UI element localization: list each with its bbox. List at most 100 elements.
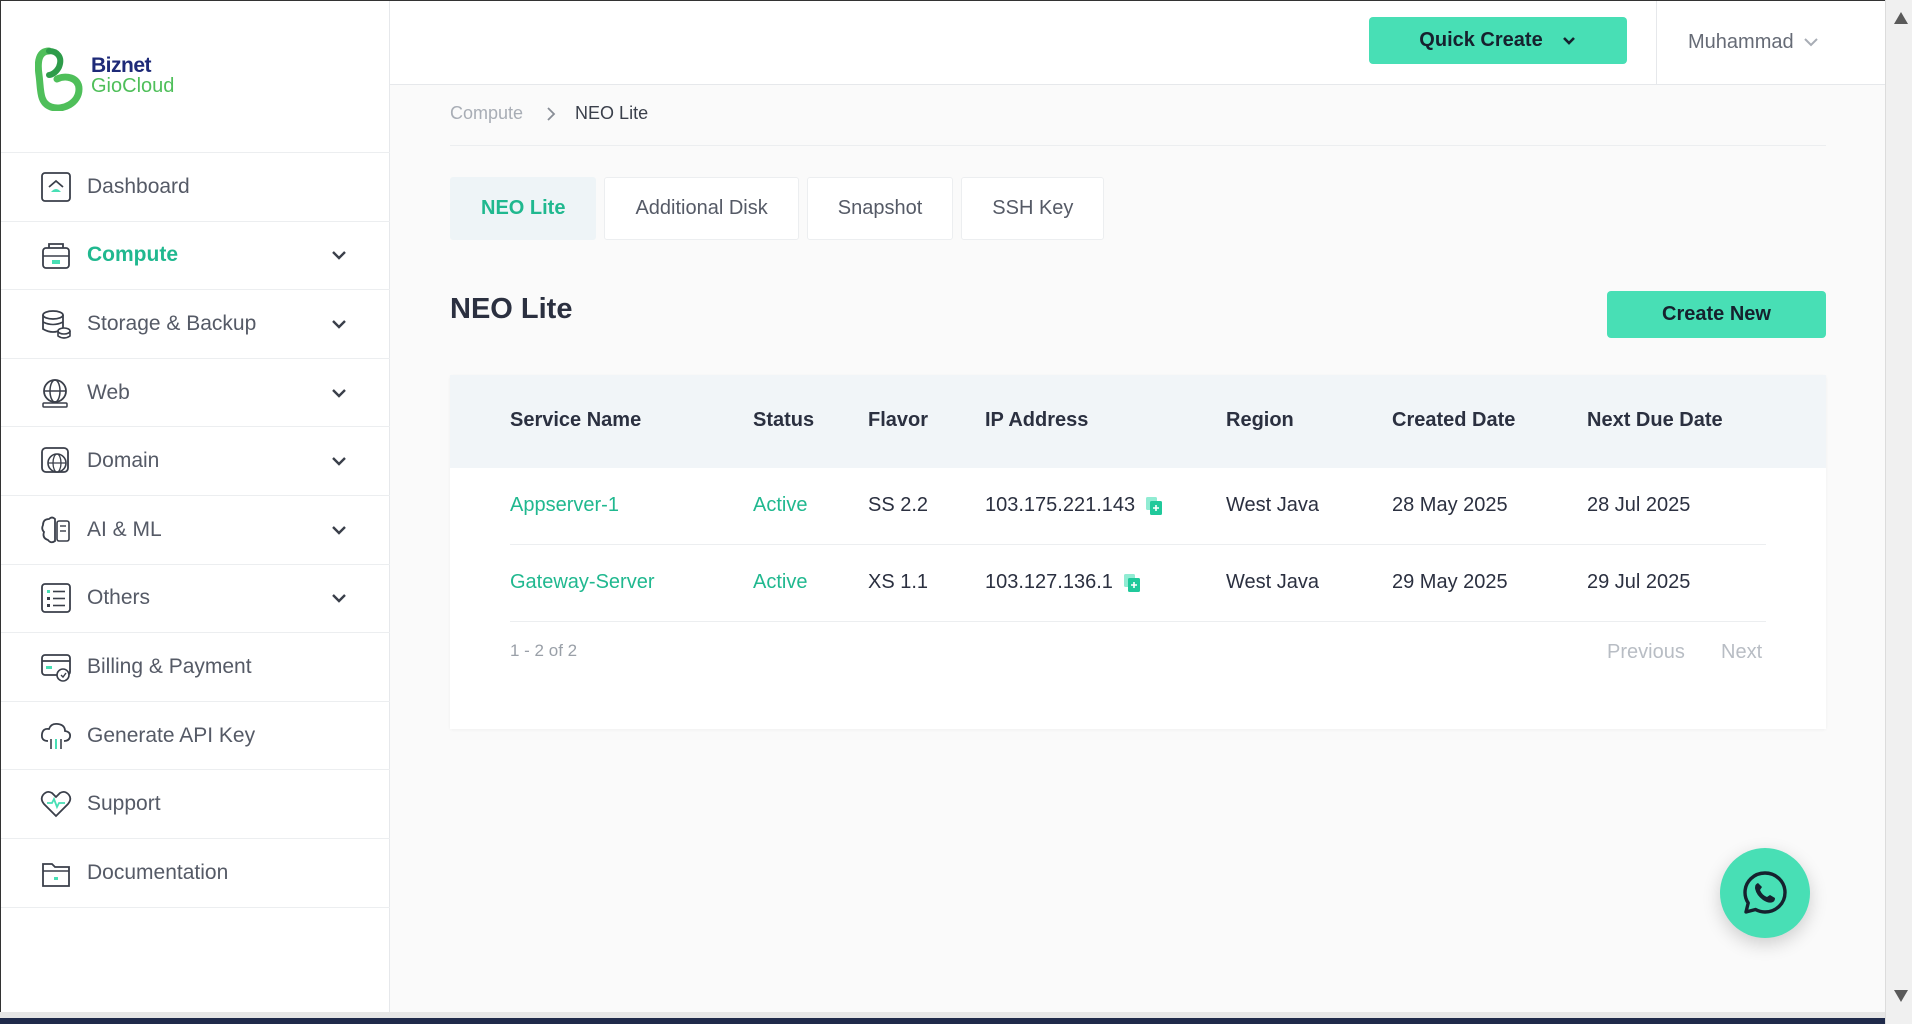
quick-create-button[interactable]: Quick Create — [1369, 17, 1627, 64]
tab-bar: NEO Lite Additional Disk Snapshot SSH Ke… — [450, 177, 1105, 240]
sidebar-item-label: Generate API Key — [87, 723, 256, 747]
copy-icon[interactable] — [1123, 573, 1141, 593]
sidebar-item-ai-ml[interactable]: AI & ML — [1, 496, 390, 565]
flavor-text: XS 1.1 — [868, 571, 929, 593]
flavor-text: SS 2.2 — [868, 494, 929, 516]
breadcrumb: Compute NEO Lite — [450, 103, 648, 124]
services-table-card: Service Name Status Flavor IP Address Re… — [450, 375, 1826, 729]
whatsapp-icon — [1743, 871, 1787, 914]
sidebar-item-label: Billing & Payment — [87, 654, 252, 678]
tab-ssh-key[interactable]: SSH Key — [961, 177, 1105, 240]
web-icon — [42, 378, 68, 408]
chevron-right-icon — [547, 106, 556, 121]
chevron-down-icon — [1803, 38, 1818, 47]
documentation-icon — [42, 862, 70, 887]
quick-create-label: Quick Create — [1419, 29, 1543, 51]
support-icon — [40, 791, 72, 818]
brand-name: Biznet — [91, 54, 152, 77]
sidebar-item-label: Compute — [87, 243, 178, 267]
column-header-flavor[interactable]: Flavor — [868, 409, 928, 432]
column-header-ip-address[interactable]: IP Address — [985, 409, 1088, 432]
pagination-previous-button[interactable]: Previous — [1607, 641, 1685, 664]
scroll-down-arrow-icon[interactable] — [1894, 990, 1908, 1002]
breadcrumb-current: NEO Lite — [575, 103, 649, 123]
top-header: Quick Create Muhammad — [390, 1, 1886, 85]
dashboard-icon — [41, 171, 71, 202]
others-icon — [41, 583, 71, 614]
sidebar-item-label: Storage & Backup — [87, 311, 257, 335]
sidebar-item-label: Others — [87, 586, 151, 610]
table-row: Appserver-1 Active SS 2.2 103.175.221.14… — [510, 468, 1766, 545]
sidebar-item-others[interactable]: Others — [1, 565, 390, 634]
column-header-next-due-date[interactable]: Next Due Date — [1587, 409, 1723, 432]
ip-address-text: 103.175.221.143 — [985, 494, 1136, 516]
sidebar-item-web[interactable]: Web — [1, 359, 390, 428]
sidebar-item-label: Domain — [87, 449, 160, 473]
sidebar-item-documentation[interactable]: Documentation — [1, 839, 390, 908]
brand-logo[interactable]: Biznet GioCloud — [34, 45, 185, 112]
tab-additional-disk[interactable]: Additional Disk — [604, 177, 799, 240]
sidebar-item-compute[interactable]: Compute — [1, 222, 390, 291]
sidebar-item-label: Web — [87, 380, 130, 404]
chevron-down-icon[interactable] — [327, 586, 351, 610]
status-text: Active — [753, 571, 808, 593]
column-header-region[interactable]: Region — [1226, 409, 1294, 432]
user-menu[interactable]: Muhammad — [1688, 27, 1820, 57]
whatsapp-chat-button[interactable] — [1720, 848, 1810, 938]
sidebar-item-dashboard[interactable]: Dashboard — [1, 153, 390, 222]
sidebar-item-label: Dashboard — [87, 174, 190, 198]
compute-icon — [42, 243, 70, 270]
column-header-created-date[interactable]: Created Date — [1392, 409, 1515, 432]
sidebar-item-label: AI & ML — [87, 517, 162, 541]
next-due-date-text: 28 Jul 2025 — [1587, 494, 1691, 516]
app-window: Biznet GioCloud Dashboard Compute Storag… — [0, 0, 1886, 1013]
sidebar-item-billing-payment[interactable]: Billing & Payment — [1, 633, 390, 702]
sidebar-item-support[interactable]: Support — [1, 770, 390, 839]
region-text: West Java — [1226, 494, 1319, 516]
billing-icon — [41, 654, 71, 682]
chevron-down-icon[interactable] — [327, 243, 351, 267]
table-row: Gateway-Server Active XS 1.1 103.127.136… — [510, 545, 1766, 622]
page-title: NEO Lite — [450, 293, 573, 325]
api-key-icon — [40, 722, 72, 749]
chevron-down-icon[interactable] — [327, 381, 351, 405]
taskbar-edge — [0, 1018, 1885, 1024]
breadcrumb-compute[interactable]: Compute — [450, 103, 523, 124]
chevron-down-icon — [1562, 36, 1575, 45]
biznet-logo-mark-icon — [34, 47, 83, 112]
sidebar-item-domain[interactable]: Domain — [1, 427, 390, 496]
breadcrumb-divider — [450, 145, 1826, 146]
region-text: West Java — [1226, 571, 1319, 593]
service-name-link[interactable]: Appserver-1 — [510, 494, 619, 517]
header-divider — [1656, 1, 1657, 85]
sidebar-item-generate-api-key[interactable]: Generate API Key — [1, 702, 390, 771]
brand-subname: GioCloud — [91, 75, 175, 97]
ip-address-text: 103.127.136.1 — [985, 571, 1113, 593]
column-header-status[interactable]: Status — [753, 409, 814, 432]
created-date-text: 28 May 2025 — [1392, 494, 1508, 516]
service-name-link[interactable]: Gateway-Server — [510, 571, 655, 594]
pagination-next-button[interactable]: Next — [1721, 641, 1762, 664]
status-text: Active — [753, 494, 808, 516]
vertical-scrollbar[interactable] — [1885, 0, 1912, 1024]
chevron-down-icon[interactable] — [327, 449, 351, 473]
scroll-up-arrow-icon[interactable] — [1894, 12, 1908, 24]
tab-snapshot[interactable]: Snapshot — [806, 177, 954, 240]
tab-neo-lite[interactable]: NEO Lite — [450, 177, 597, 240]
pagination-count: 1 - 2 of 2 — [510, 641, 578, 660]
sidebar-item-storage-backup[interactable]: Storage & Backup — [1, 290, 390, 359]
user-name: Muhammad — [1688, 30, 1794, 53]
sidebar: Biznet GioCloud Dashboard Compute Storag… — [1, 1, 390, 1013]
sidebar-item-label: Support — [87, 792, 161, 816]
create-new-button[interactable]: Create New — [1607, 291, 1826, 338]
domain-icon — [41, 447, 69, 474]
brand-wordmark: Biznet GioCloud — [91, 55, 174, 97]
sidebar-item-label: Documentation — [87, 860, 229, 884]
ip-address-cell: 103.127.136.1 — [985, 571, 1141, 594]
chevron-down-icon[interactable] — [327, 518, 351, 542]
column-header-service-name[interactable]: Service Name — [510, 409, 641, 432]
chevron-down-icon[interactable] — [327, 312, 351, 336]
created-date-text: 29 May 2025 — [1392, 571, 1508, 593]
next-due-date-text: 29 Jul 2025 — [1587, 571, 1691, 593]
copy-icon[interactable] — [1145, 496, 1163, 516]
